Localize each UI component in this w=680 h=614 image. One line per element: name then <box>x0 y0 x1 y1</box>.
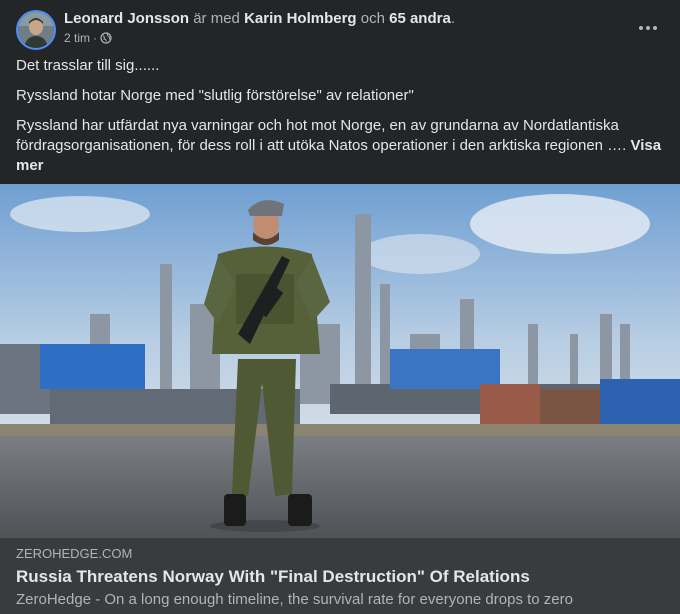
and-text: och <box>360 10 385 27</box>
link-domain: ZEROHEDGE.COM <box>16 546 133 561</box>
author-name[interactable]: Leonard Jonsson <box>64 10 189 27</box>
post-line-3: Ryssland har utfärdat nya varningar och … <box>16 116 666 176</box>
avatar-image <box>18 12 54 48</box>
post-time[interactable]: 2 tim <box>64 30 90 46</box>
post-line-2: Ryssland hotar Norge med "slutlig förstö… <box>16 87 414 104</box>
link-title[interactable]: Russia Threatens Norway With "Final Dest… <box>16 566 530 588</box>
post-line-3-text: Ryssland har utfärdat nya varningar och … <box>16 117 627 154</box>
tagged-person[interactable]: Karin Holmberg <box>244 10 357 27</box>
with-text: är med <box>193 10 240 27</box>
post-meta: 2 tim · <box>64 30 112 46</box>
avatar[interactable] <box>16 10 56 50</box>
post-line-1: Det trasslar till sig...... <box>16 57 160 74</box>
post-photo[interactable] <box>0 184 680 538</box>
link-preview[interactable]: ZEROHEDGE.COM Russia Threatens Norway Wi… <box>0 538 680 614</box>
author-line: Leonard Jonsson är med Karin Holmberg oc… <box>64 10 455 28</box>
globe-icon <box>100 32 112 44</box>
more-options-icon[interactable] <box>636 18 660 38</box>
soldier-refinery-photo <box>0 184 680 538</box>
period-text: . <box>450 10 455 27</box>
meta-separator: · <box>93 31 98 45</box>
post-text: Det trasslar till sig...... Ryssland hot… <box>16 56 666 186</box>
link-description: ZeroHedge - On a long enough timeline, t… <box>16 591 573 608</box>
facebook-post: Leonard Jonsson är med Karin Holmberg oc… <box>0 0 680 614</box>
others-link[interactable]: 65 andra <box>389 10 451 27</box>
post-header: Leonard Jonsson är med Karin Holmberg oc… <box>16 10 666 50</box>
